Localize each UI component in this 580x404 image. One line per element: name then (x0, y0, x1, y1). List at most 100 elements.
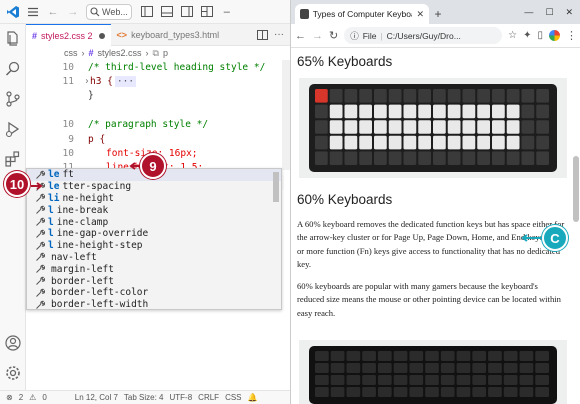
close-icon[interactable]: ✕ (565, 7, 573, 18)
keycap (359, 135, 372, 150)
line-ending[interactable]: CRLF (198, 393, 219, 402)
paragraph-60-intro: A 60% keyboard removes the dedicated fun… (297, 219, 565, 270)
encoding[interactable]: UTF-8 (170, 393, 193, 402)
suggestion-rest: ine-clamp (56, 216, 109, 228)
address-divider: | (380, 30, 383, 41)
sidebar-icon[interactable]: ▯ (537, 30, 543, 41)
more-actions-icon[interactable]: ··· (274, 29, 284, 40)
minimize-icon[interactable]: — (524, 7, 533, 17)
suggestion-item[interactable]: li ne-height (27, 193, 281, 205)
keycap (462, 135, 476, 150)
profile-avatar-icon[interactable] (549, 30, 560, 41)
back-arrow-icon[interactable]: ← (295, 30, 306, 42)
run-debug-icon[interactable] (4, 120, 22, 138)
extensions-puzzle-icon[interactable]: ✦ (523, 30, 531, 41)
suggestion-item[interactable]: nav-left (27, 252, 281, 264)
bell-icon[interactable]: 🔔 (248, 393, 258, 402)
wrench-icon (36, 253, 45, 262)
cursor-position[interactable]: Ln 12, Col 7 (75, 393, 118, 402)
callout-step-c: C (542, 225, 568, 251)
editor-scrollbar[interactable] (282, 60, 290, 170)
vscode-window: ← → Web... – # styles2.css 2 <> keyboard… (0, 0, 290, 404)
search-icon[interactable] (4, 60, 22, 78)
code-text: } (88, 90, 94, 102)
page-scrollbar[interactable] (573, 156, 579, 222)
tab-styles2-css[interactable]: # styles2.css 2 (26, 24, 111, 46)
keycap (346, 375, 361, 385)
keycap (388, 135, 402, 150)
tab-label: styles2.css 2 (41, 30, 93, 41)
toggle-primary-sidebar-icon[interactable] (138, 3, 156, 21)
warning-count[interactable]: 0 (42, 393, 46, 402)
editor-tabs: # styles2.css 2 <> keyboard_types3.html … (26, 24, 290, 46)
wrench-icon (36, 217, 45, 226)
callout-10-arrow (31, 182, 43, 190)
back-arrow-icon[interactable]: ← (44, 3, 62, 21)
wrench-icon (36, 194, 45, 203)
suggestion-item[interactable]: border-left (27, 275, 281, 287)
folded-ellipsis[interactable]: ··· (114, 76, 137, 88)
gear-icon[interactable] (4, 364, 22, 382)
error-icon[interactable]: ⊗ (6, 393, 13, 402)
more-menu-icon[interactable]: ⋮ (566, 29, 577, 42)
toggle-panel-icon[interactable] (158, 3, 176, 21)
keycap (536, 104, 549, 119)
keycap (362, 351, 376, 361)
breadcrumb-folder[interactable]: css (64, 48, 78, 58)
suggestion-item[interactable]: l ine-gap-override (27, 228, 281, 240)
keycap (344, 120, 358, 134)
toggle-secondary-sidebar-icon[interactable] (178, 3, 196, 21)
wrench-icon (36, 229, 45, 238)
account-icon[interactable] (4, 334, 22, 352)
wrench-icon (36, 300, 45, 309)
split-editor-icon[interactable] (257, 29, 268, 40)
suggestion-item[interactable]: margin-left (27, 263, 281, 275)
callout-step-10: 10 (4, 171, 30, 197)
browser-tab[interactable]: Types of Computer Keyboards ✕ (295, 4, 429, 24)
keycap (418, 120, 431, 134)
explorer-icon[interactable] (4, 30, 22, 48)
menu-icon[interactable] (24, 3, 42, 21)
forward-arrow-icon[interactable]: → (64, 3, 82, 21)
language-mode[interactable]: CSS (225, 393, 241, 402)
error-count[interactable]: 2 (19, 393, 23, 402)
unsaved-dot-icon[interactable] (98, 32, 105, 39)
breadcrumb-selector[interactable]: p (163, 48, 168, 58)
keycap (388, 104, 402, 119)
suggestion-item[interactable]: border-left-color (27, 287, 281, 299)
info-icon[interactable]: ⓘ (350, 30, 359, 42)
forward-arrow-icon[interactable]: → (312, 30, 323, 42)
warning-icon[interactable]: ⚠ (29, 393, 36, 402)
keycap (315, 120, 328, 134)
suggestion-item[interactable]: l ine-clamp (27, 216, 281, 228)
suggestion-item[interactable]: border-left-width (27, 299, 281, 311)
suggestion-item[interactable]: l ine-break (27, 204, 281, 216)
reload-icon[interactable]: ↻ (329, 29, 338, 42)
tab-size[interactable]: Tab Size: 4 (124, 393, 164, 402)
address-bar[interactable]: ⓘ File | C:/Users/Guy/Dro... (344, 27, 503, 44)
keycap (433, 120, 446, 134)
suggestion-item[interactable]: l ine-height-step (27, 240, 281, 252)
close-tab-icon[interactable]: ✕ (416, 9, 424, 20)
command-search-input[interactable]: Web... (86, 3, 132, 20)
suggestion-item[interactable]: le tter-spacing (27, 181, 281, 193)
source-control-icon[interactable] (4, 90, 22, 108)
maximize-icon[interactable]: ☐ (545, 7, 553, 18)
suggestion-match: l (48, 228, 54, 240)
keycap (472, 351, 487, 361)
star-icon[interactable]: ☆ (508, 30, 517, 41)
keycap (330, 375, 345, 385)
keycap (535, 363, 549, 373)
keycap (315, 375, 329, 385)
keycap (377, 351, 392, 361)
keycap (425, 363, 439, 373)
minimize-icon[interactable]: – (218, 3, 236, 21)
extensions-icon[interactable] (4, 150, 22, 168)
breadcrumb-file[interactable]: styles2.css (98, 48, 142, 58)
callout-c-arrow (521, 234, 544, 242)
tab-keyboard-types3-html[interactable]: <> keyboard_types3.html (111, 24, 226, 46)
customize-layout-icon[interactable] (198, 3, 216, 21)
suggestion-scrollbar[interactable] (273, 172, 279, 202)
new-tab-button[interactable]: + (429, 4, 447, 24)
